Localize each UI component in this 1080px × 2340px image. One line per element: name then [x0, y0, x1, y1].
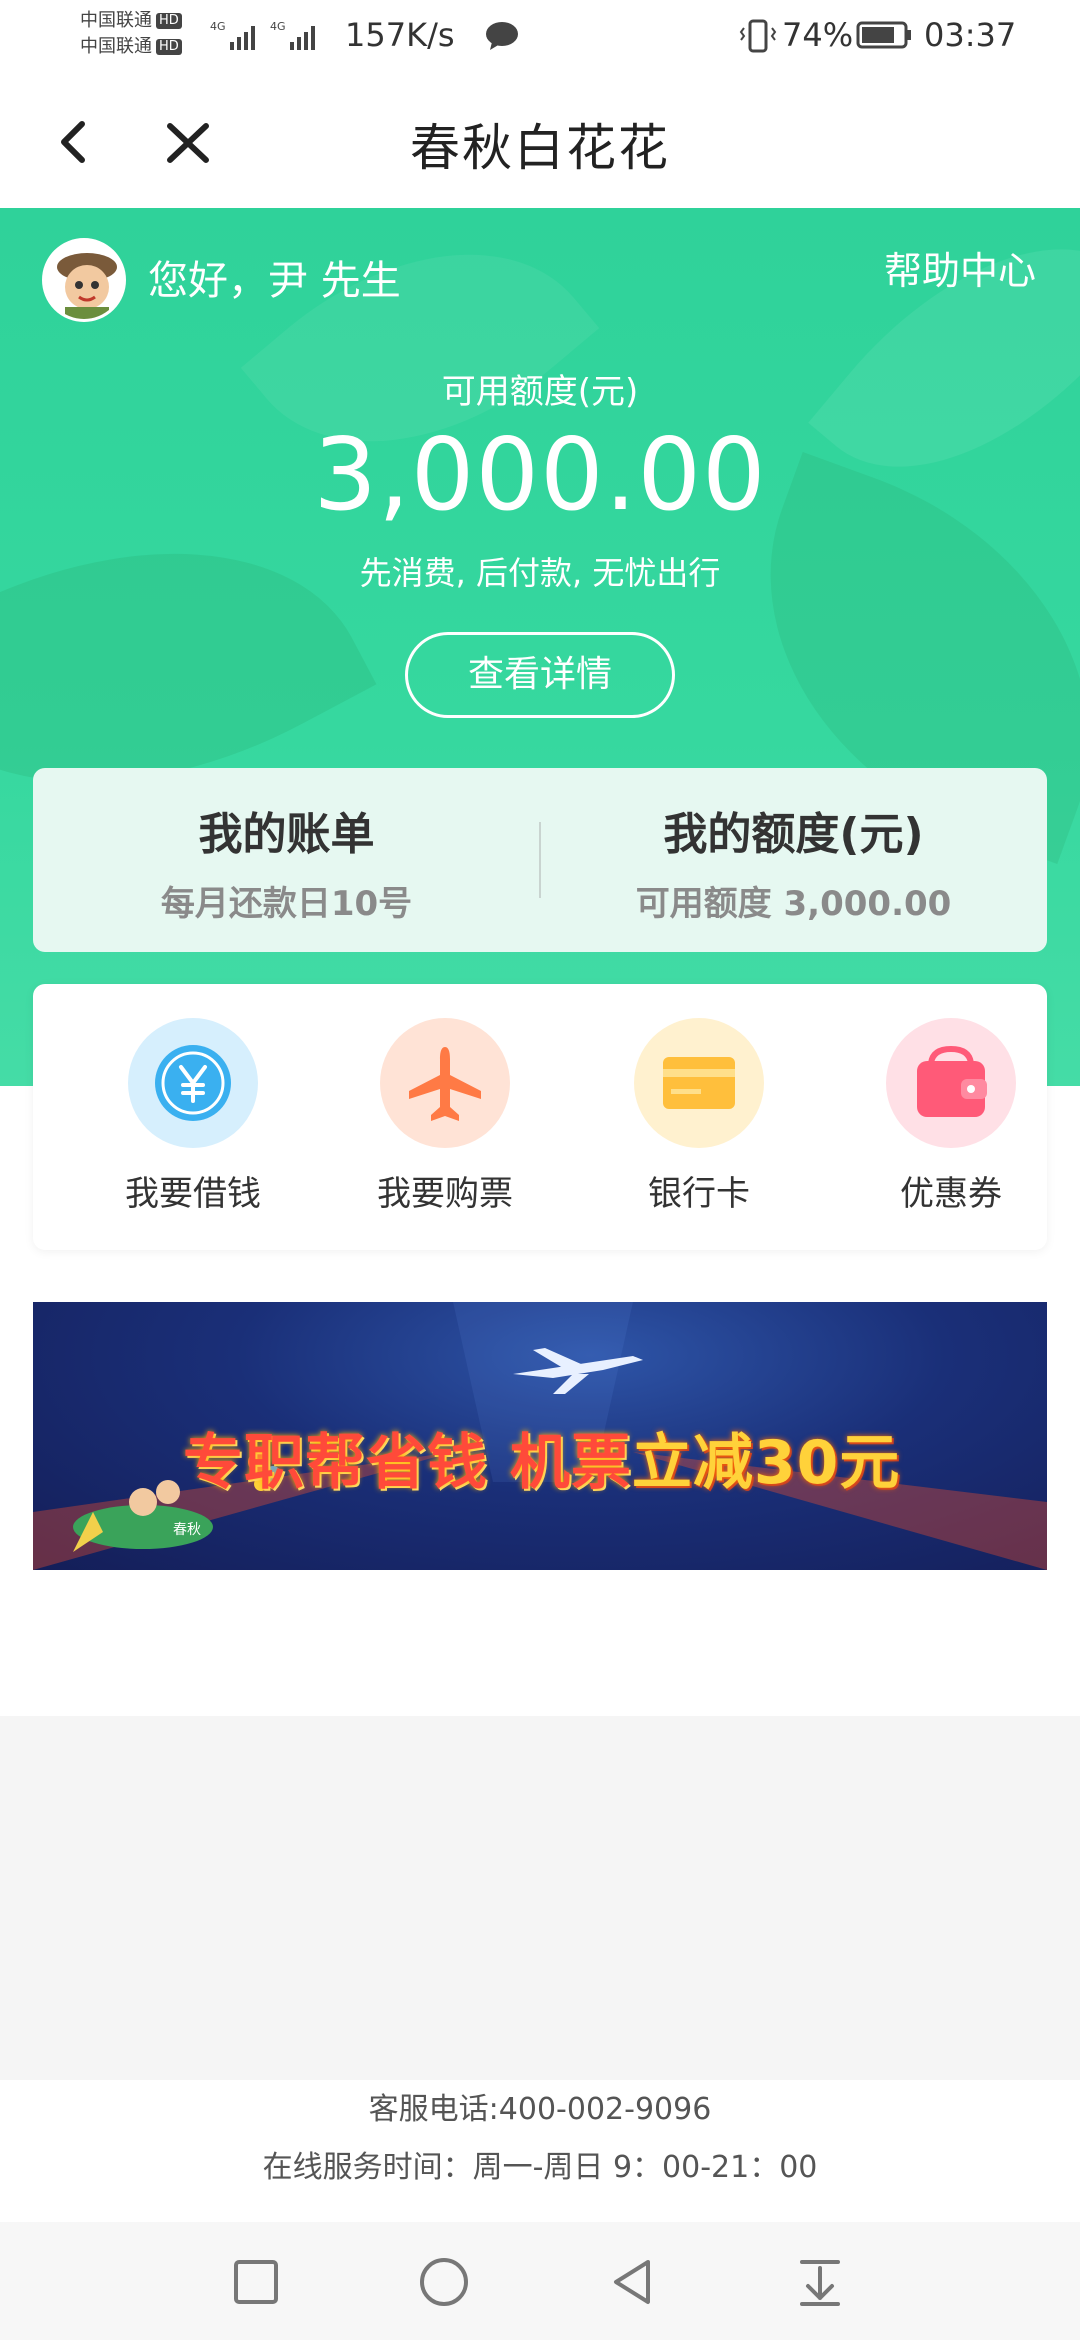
system-navigation-bar	[0, 2222, 1080, 2340]
page: 中国联通 HD 中国联通 HD 4G 4G 157K/s 74% 03:37 春…	[0, 0, 1080, 2340]
recents-icon[interactable]	[228, 2254, 284, 2310]
avatar[interactable]	[42, 238, 126, 322]
my-quota-title: 我的额度(元)	[663, 809, 924, 860]
my-bill-title: 我的账单	[198, 809, 375, 860]
yuan-coin-icon	[128, 1018, 258, 1148]
vibrate-icon	[738, 18, 778, 58]
network-speed: 157K/s	[345, 16, 455, 54]
wallet-icon	[886, 1018, 1016, 1148]
service-buy-ticket[interactable]: 我要购票	[345, 1018, 545, 1215]
battery-percent: 74%	[782, 16, 854, 54]
net-type-1: 4G	[210, 20, 226, 33]
help-center-link[interactable]: 帮助中心	[884, 240, 1036, 295]
service-coupons[interactable]: 优惠券	[851, 1018, 1051, 1215]
available-credit-label: 可用额度(元)	[441, 372, 639, 412]
greeting-text: 您好，尹 先生	[148, 258, 401, 304]
carrier-2: 中国联通	[80, 36, 152, 57]
clock: 03:37	[924, 16, 1017, 54]
banner-headline: 专职帮省钱 机票立减30元	[183, 1414, 900, 1501]
slogan-text: 先消费, 后付款, 无忧出行	[359, 554, 721, 592]
my-bill-entry[interactable]: 我的账单 每月还款日10号	[33, 798, 540, 925]
signal-icon: 4G 4G	[208, 18, 328, 58]
hero-section: 您好，尹 先生 帮助中心 可用额度(元) 3,000.00 先消费, 后付款, …	[0, 208, 1080, 1086]
service-borrow-money[interactable]: 我要借钱	[93, 1018, 293, 1215]
service-bank-card[interactable]: 银行卡	[599, 1018, 799, 1215]
page-title: 春秋白花花	[410, 119, 670, 177]
quota-available-text: 可用额度 3,000.00	[635, 884, 952, 924]
hd-badge: HD	[156, 39, 182, 55]
customer-service-phone[interactable]: 客服电话:400-002-9096	[0, 2084, 1080, 2128]
my-quota-entry[interactable]: 我的额度(元) 可用额度 3,000.00	[540, 798, 1047, 925]
carrier-info: 中国联通 HD 中国联通 HD	[80, 8, 182, 60]
battery-icon	[856, 20, 914, 54]
home-icon[interactable]	[416, 2254, 472, 2310]
banner-text-highlight: 立减30元	[631, 1428, 901, 1498]
bill-quota-card: 我的账单 每月还款日10号 我的额度(元) 可用额度 3,000.00	[33, 768, 1047, 952]
back-triangle-icon[interactable]	[604, 2254, 660, 2310]
carrier-1: 中国联通	[80, 10, 152, 31]
available-credit-amount: 3,000.00	[313, 416, 767, 533]
message-icon	[484, 20, 520, 56]
plane-tag: 春秋	[173, 1522, 201, 1538]
bank-card-icon	[634, 1018, 764, 1148]
empty-area	[0, 1716, 1080, 2080]
service-label: 我要购票	[377, 1174, 513, 1214]
banner-text-main: 专职帮省钱 机票	[183, 1428, 632, 1498]
service-label: 银行卡	[648, 1174, 750, 1214]
service-label: 优惠券	[900, 1174, 1002, 1214]
services-card: 我要借钱 我要购票 银行卡 优惠券	[33, 984, 1047, 1250]
airplane-icon	[380, 1018, 510, 1148]
view-details-button[interactable]: 查看详情	[405, 632, 675, 718]
navigation-bar: 春秋白花花	[0, 72, 1080, 208]
promo-banner[interactable]: 春秋 专职帮省钱 机票立减30元	[33, 1302, 1047, 1570]
status-bar: 中国联通 HD 中国联通 HD 4G 4G 157K/s 74% 03:37	[0, 0, 1080, 72]
service-hours: 在线服务时间：周一-周日 9：00-21：00	[262, 2150, 818, 2185]
service-label: 我要借钱	[125, 1174, 261, 1214]
net-type-2: 4G	[270, 20, 286, 33]
notification-pull-down-icon[interactable]	[792, 2254, 848, 2310]
repayment-day-text: 每月还款日10号	[160, 884, 413, 924]
hd-badge: HD	[156, 13, 182, 29]
